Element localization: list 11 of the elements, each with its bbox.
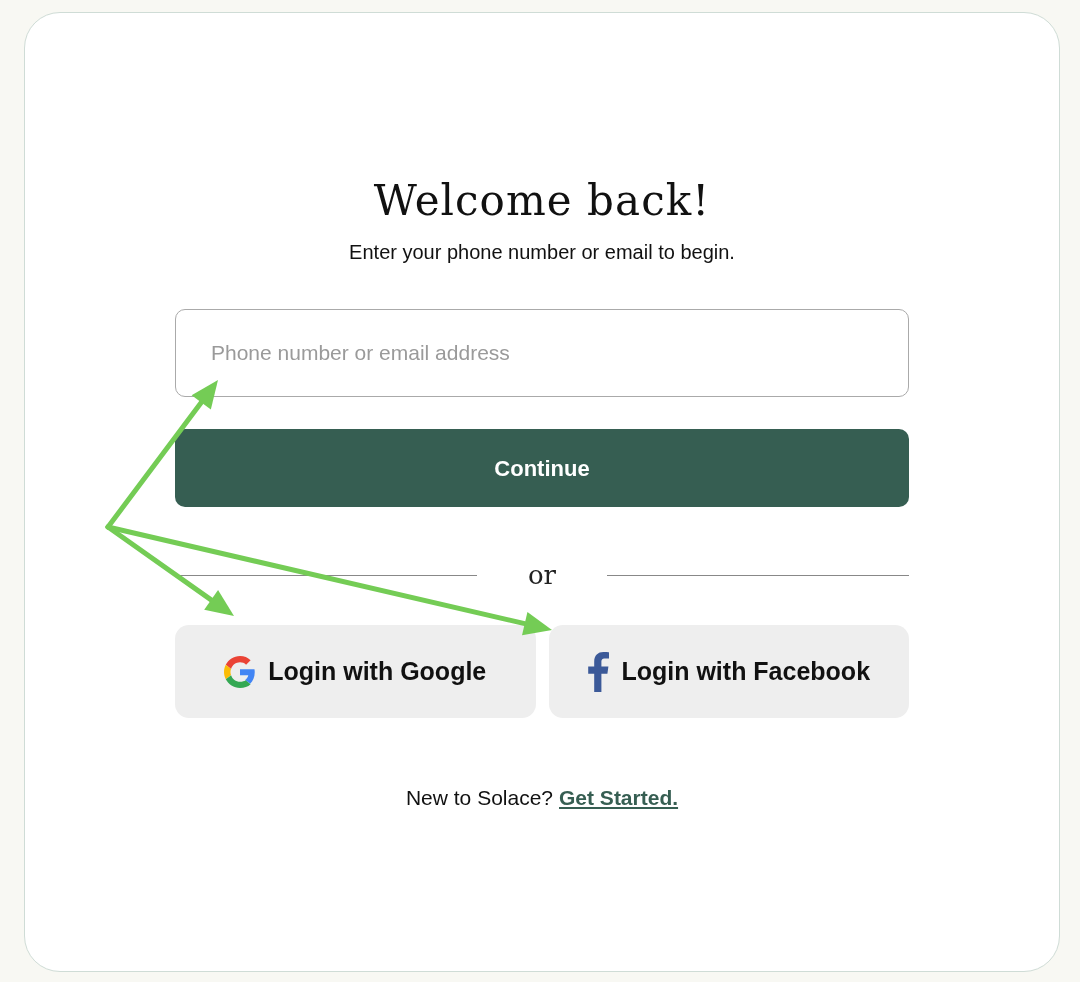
google-g-icon xyxy=(224,655,257,688)
welcome-heading: Welcome back! xyxy=(373,175,711,227)
continue-button[interactable]: Continue xyxy=(175,429,909,507)
instruction-text: Enter your phone number or email to begin. xyxy=(349,240,735,265)
phone-email-field[interactable]: Phone number or email address xyxy=(175,309,909,397)
social-login-button[interactable]: Login with Google xyxy=(175,625,536,718)
facebook-f-icon xyxy=(587,651,610,692)
get-started-link[interactable]: Get Started. xyxy=(559,782,679,814)
signup-prompt-text: New to Solace? xyxy=(405,785,554,811)
social-login-button[interactable]: Login with Facebook xyxy=(548,625,909,718)
or-divider-text: or xyxy=(526,559,558,592)
